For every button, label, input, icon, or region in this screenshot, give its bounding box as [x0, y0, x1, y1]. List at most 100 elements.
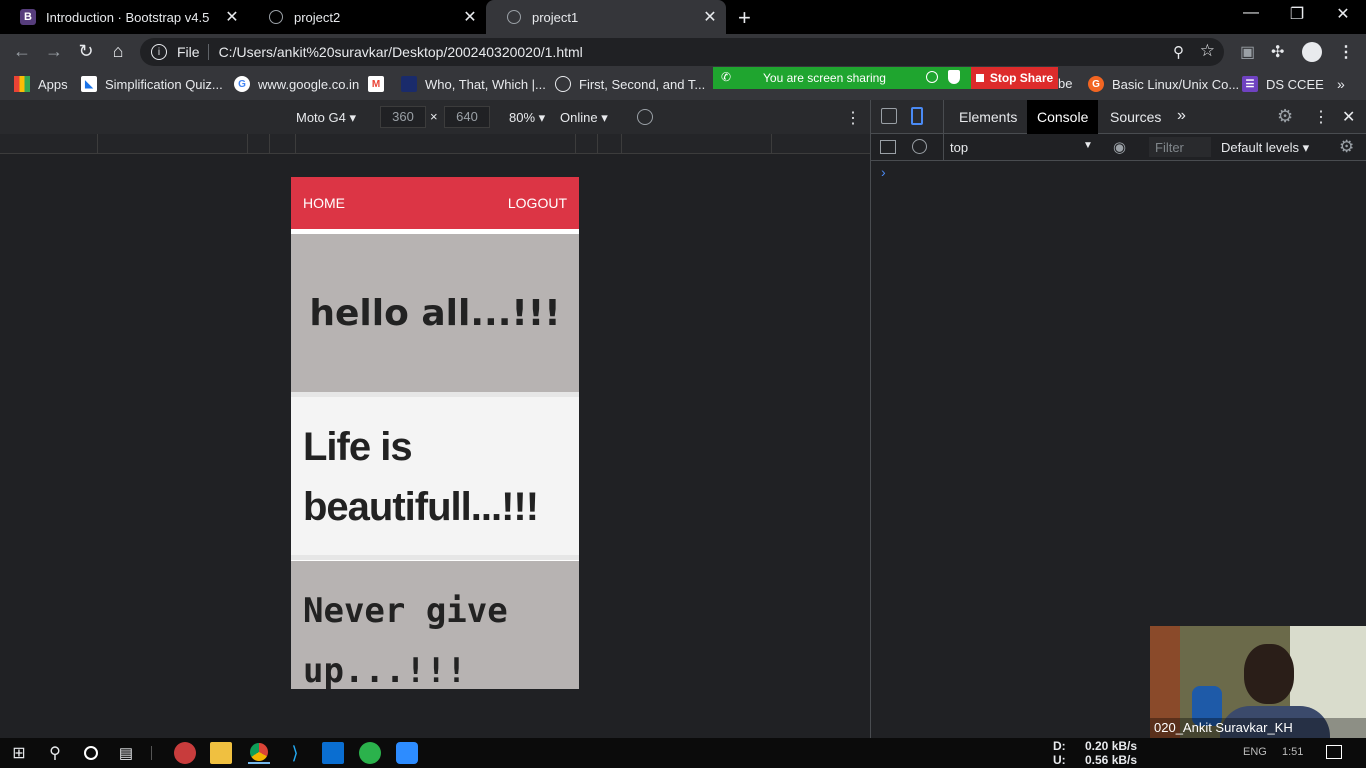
share-status-text: You are screen sharing: [763, 71, 886, 85]
net-down-label: D:: [1053, 739, 1066, 753]
bookmark-label: be: [1058, 76, 1073, 91]
screen-share-status[interactable]: ✆ You are screen sharing: [713, 67, 971, 89]
menu-dots-icon[interactable]: ⋮: [1338, 42, 1354, 62]
inspect-element-icon[interactable]: [881, 108, 897, 124]
chrome-icon[interactable]: [248, 742, 270, 764]
tab-elements[interactable]: Elements: [949, 100, 1027, 134]
vscode-icon[interactable]: ⟩: [284, 742, 306, 764]
close-window-icon[interactable]: ✕: [1320, 4, 1366, 24]
clear-console-icon[interactable]: [912, 139, 927, 154]
nav-home-link[interactable]: HOME: [303, 195, 345, 211]
console-prompt[interactable]: ›: [881, 164, 886, 180]
bookmark-youtube[interactable]: be: [1058, 76, 1072, 91]
file-explorer-icon[interactable]: [210, 742, 232, 764]
tab-project2[interactable]: project2 ✕: [248, 0, 486, 34]
edge-icon[interactable]: [359, 742, 381, 764]
mail-icon[interactable]: [322, 742, 344, 764]
zoom-select[interactable]: 80% ▾: [509, 110, 545, 126]
bookmark-gmail[interactable]: M: [368, 76, 392, 92]
stop-icon: [975, 74, 984, 82]
list-icon: ☰: [1242, 76, 1258, 92]
extension-icon[interactable]: ▣: [1240, 42, 1255, 62]
home-icon[interactable]: ⌂: [106, 41, 130, 62]
bookmark-site-icon: [401, 76, 417, 92]
address-bar[interactable]: i File C:/Users/ankit%20suravkar/Desktop…: [140, 38, 1224, 66]
rotate-icon[interactable]: [637, 109, 653, 125]
device-width-input[interactable]: 360: [380, 106, 426, 128]
webcam-video: 020_Ankit Suravkar_KH: [1150, 626, 1366, 738]
bookmark-google[interactable]: G www.google.co.in: [234, 76, 359, 92]
device-toggle-icon[interactable]: [911, 107, 923, 125]
close-tab-icon[interactable]: ✕: [222, 7, 242, 27]
forward-icon[interactable]: →: [42, 41, 66, 62]
bookmark-star-icon[interactable]: ☆: [1200, 41, 1215, 61]
bookmark-apps[interactable]: Apps: [14, 76, 68, 92]
net-up-value: 0.56 kB/s: [1085, 753, 1138, 767]
console-filter-input[interactable]: Filter: [1149, 137, 1211, 157]
search-icon[interactable]: ⚲: [44, 742, 66, 764]
console-toolbar: top ▼ ◉ Filter Default levels ▾ ⚙: [871, 134, 1366, 161]
close-devtools-icon[interactable]: ✕: [1342, 107, 1355, 127]
reload-icon[interactable]: ↻: [74, 41, 98, 62]
device-menu-dots-icon[interactable]: ⋮: [845, 108, 861, 128]
profile-avatar-icon[interactable]: [1302, 42, 1322, 62]
new-tab-icon[interactable]: +: [738, 5, 751, 31]
context-select[interactable]: top: [950, 140, 968, 155]
bookmark-label: DS CCEE: [1266, 76, 1324, 92]
devtools-menu-icon[interactable]: ⋮: [1313, 107, 1329, 127]
bookmark-site-icon: G: [1088, 76, 1104, 92]
bookmark-ds-ccee[interactable]: ☰ DS CCEE: [1242, 76, 1324, 92]
notifications-icon[interactable]: [1326, 745, 1342, 759]
task-view-icon[interactable]: ▤: [115, 742, 137, 764]
clock[interactable]: 1:51: [1282, 746, 1303, 758]
net-up-label: U:: [1053, 753, 1066, 767]
cortana-icon[interactable]: [80, 742, 102, 764]
close-tab-icon[interactable]: ✕: [460, 7, 480, 27]
back-icon[interactable]: ←: [10, 41, 34, 62]
google-icon: G: [234, 76, 250, 92]
bookmark-simplification[interactable]: ◣ Simplification Quiz...: [81, 76, 223, 92]
tab-project1[interactable]: project1 ✕: [486, 0, 726, 34]
windows-start-icon[interactable]: ⊞: [8, 742, 30, 764]
info-icon[interactable]: i: [151, 44, 167, 60]
bookmark-linux[interactable]: G Basic Linux/Unix Co...: [1088, 76, 1239, 92]
address-url[interactable]: C:/Users/ankit%20suravkar/Desktop/200240…: [219, 44, 583, 60]
bookmark-label: Basic Linux/Unix Co...: [1112, 76, 1240, 92]
zoom-app-icon[interactable]: [396, 742, 418, 764]
settings-gear-icon[interactable]: ⚙: [1277, 106, 1293, 127]
log-levels-select[interactable]: Default levels ▾: [1221, 140, 1309, 156]
device-height-input[interactable]: 640: [444, 106, 490, 128]
app-icon-paint[interactable]: [174, 742, 196, 764]
shield-icon: [948, 70, 960, 84]
bookmark-first-second[interactable]: First, Second, and T...: [555, 76, 705, 92]
card-life: Life is beautifull...!!!: [291, 397, 579, 555]
card-never: Never give up...!!!: [291, 561, 579, 689]
device-toolbar: Moto G4 ▾ 360 × 640 80% ▾ Online ▾ ⋮: [0, 100, 870, 134]
nav-logout-link[interactable]: LOGOUT: [508, 195, 567, 211]
share-pause-icon[interactable]: [926, 71, 938, 83]
restore-icon[interactable]: ❐: [1274, 4, 1320, 24]
language-indicator[interactable]: ENG: [1243, 746, 1267, 758]
tab-sources[interactable]: Sources: [1100, 100, 1171, 134]
browser-toolbar: ← → ↻ ⌂ i File C:/Users/ankit%20suravkar…: [0, 34, 1366, 70]
emulated-viewport: HOME LOGOUT hello all...!!! Life is beau…: [0, 154, 870, 738]
sidebar-toggle-icon[interactable]: [880, 140, 896, 154]
more-tabs-icon[interactable]: »: [1177, 107, 1186, 125]
network-throttle-select[interactable]: Online ▾: [560, 110, 608, 126]
tab-console[interactable]: Console: [1027, 100, 1099, 134]
device-select[interactable]: Moto G4 ▾: [296, 110, 356, 126]
tab-bootstrap[interactable]: B Introduction · Bootstrap v4.5 ✕: [0, 0, 248, 34]
stop-share-button[interactable]: Stop Share: [971, 67, 1058, 89]
eye-icon[interactable]: ◉: [1113, 138, 1126, 156]
close-tab-icon[interactable]: ✕: [700, 7, 720, 27]
context-dropdown-icon[interactable]: ▼: [1083, 140, 1093, 151]
minimize-icon[interactable]: —: [1228, 4, 1274, 22]
puzzle-icon[interactable]: ✣: [1271, 42, 1284, 62]
zoom-icon[interactable]: ⚲: [1173, 43, 1184, 61]
bookmark-site-icon: ◣: [81, 76, 97, 92]
participant-name: 020_Ankit Suravkar_KH: [1150, 718, 1366, 738]
card-life-line2: beautifull...!!!: [303, 485, 539, 529]
bookmark-who-that-which[interactable]: Who, That, Which |...: [401, 76, 546, 92]
console-settings-icon[interactable]: ⚙: [1339, 137, 1354, 157]
more-bookmarks-icon[interactable]: »: [1337, 76, 1345, 92]
